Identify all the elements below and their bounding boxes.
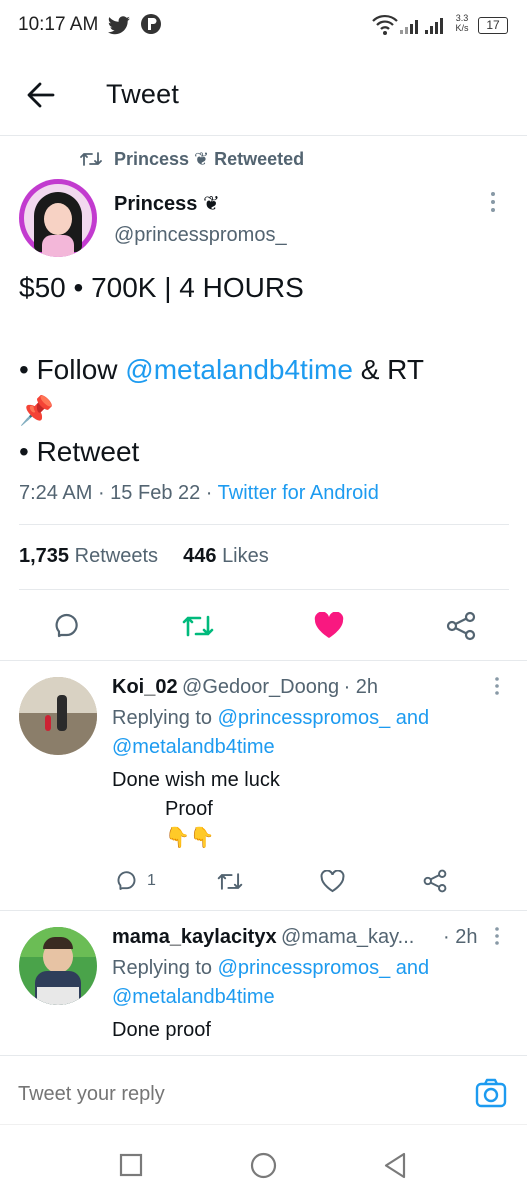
mention-link[interactable]: @metalandb4time: [112, 986, 275, 1008]
reply-author-handle[interactable]: @mama_kay...: [281, 926, 414, 948]
reply-icon[interactable]: [114, 869, 138, 893]
tweet-timestamp-row: 7:24 AM · 15 Feb 22 · Twitter for Androi…: [19, 482, 379, 505]
tweet-line-follow: • Follow @metalandb4time & RT: [19, 349, 509, 390]
more-options-icon[interactable]: [494, 677, 500, 695]
retweets-count: 1,735: [19, 545, 70, 567]
reply-header: Koi_02 @Gedoor_Doong · 2h: [112, 676, 378, 699]
twitter-bird-icon: [108, 16, 130, 35]
retweets-label: Retweets: [74, 545, 158, 567]
retweet-icon[interactable]: [182, 613, 214, 639]
net-speed: 3.3 K/s: [452, 13, 472, 33]
page-title: Tweet: [106, 79, 180, 109]
reply-text: Proof: [165, 798, 213, 820]
tweet-source-link[interactable]: Twitter for Android: [218, 482, 379, 504]
likes-count: 446: [183, 545, 217, 567]
reply-input[interactable]: [18, 1074, 448, 1114]
reply-text: Done proof: [112, 1019, 211, 1041]
net-speed-value: 3.3: [455, 13, 469, 23]
signal-icon: [400, 18, 443, 34]
reply-count: 1: [147, 872, 156, 889]
pointing-down-emoji: 👇👇: [165, 827, 215, 849]
battery-icon: 17: [478, 17, 508, 34]
share-icon[interactable]: [423, 869, 447, 893]
app-circle-icon: [141, 14, 161, 34]
author-avatar[interactable]: [19, 179, 97, 257]
follow-prefix: • Follow: [19, 354, 126, 385]
share-icon[interactable]: [446, 611, 476, 641]
replying-to: Replying to @princesspromos_ and @metala…: [112, 704, 512, 762]
divider: [0, 910, 527, 911]
mention-link[interactable]: @princesspromos_: [218, 957, 391, 979]
battery-level: 17: [486, 18, 500, 32]
replying-to: Replying to @princesspromos_ and @metala…: [112, 954, 512, 1012]
status-time: 10:17 AM: [18, 14, 99, 35]
recent-apps-icon[interactable]: [119, 1153, 143, 1177]
and-link[interactable]: and: [396, 957, 429, 979]
camera-icon[interactable]: [475, 1078, 507, 1108]
mention-link[interactable]: @metalandb4time: [112, 736, 275, 758]
wifi-icon: [372, 14, 398, 35]
retweeted-by-label[interactable]: Princess ❦ Retweeted: [114, 149, 304, 170]
author-handle[interactable]: @princesspromos_: [114, 224, 287, 247]
reply-header: mama_kaylacityx @mama_kay...: [112, 926, 414, 949]
top-header: Tweet: [0, 52, 527, 136]
tweet-body: $50 • 700K | 4 HOURS • Follow @metalandb…: [19, 267, 509, 472]
replying-to-label: Replying to: [112, 957, 213, 979]
divider: [19, 524, 509, 525]
like-heart-icon[interactable]: [314, 612, 344, 639]
back-nav-icon[interactable]: [383, 1152, 407, 1179]
retweet-small-icon: [80, 152, 102, 166]
tweet-line-price: $50 • 700K | 4 HOURS: [19, 272, 304, 303]
author-name[interactable]: Princess ❦: [114, 191, 220, 216]
retweet-icon[interactable]: [217, 871, 243, 892]
separator-dot: ·: [92, 482, 111, 504]
reply-time: · 2h: [343, 676, 379, 698]
likes-stat[interactable]: 446 Likes: [183, 545, 269, 567]
tweet-line-retweet: • Retweet: [19, 436, 140, 467]
mention-link[interactable]: @princesspromos_: [218, 707, 391, 729]
engagement-stats: 1,735 Retweets 446 Likes: [19, 545, 269, 568]
status-bar: 10:17 AM 3.3 K/s 17: [0, 0, 527, 52]
home-icon[interactable]: [250, 1152, 277, 1179]
reply-composer-bar: [0, 1055, 527, 1200]
divider: [0, 1124, 527, 1125]
tweet-date: 15 Feb 22: [110, 482, 201, 504]
reply-text: Done wish me luck: [112, 769, 280, 791]
reply-avatar[interactable]: [19, 927, 97, 1005]
reply-author-name[interactable]: mama_kaylacityx: [112, 926, 277, 948]
tweet-time: 7:24 AM: [19, 482, 93, 504]
follow-suffix: & RT: [352, 354, 424, 385]
and-link[interactable]: and: [396, 707, 429, 729]
retweets-stat[interactable]: 1,735 Retweets: [19, 545, 158, 567]
replying-to-label: Replying to: [112, 707, 213, 729]
net-speed-unit: K/s: [455, 23, 469, 33]
divider: [19, 589, 509, 590]
more-options-icon[interactable]: [489, 191, 497, 213]
separator-dot: ·: [200, 482, 218, 504]
reply-author-name[interactable]: Koi_02: [112, 676, 178, 698]
mention-link[interactable]: @metalandb4time: [125, 354, 353, 385]
reply-avatar[interactable]: [19, 677, 97, 755]
reply-icon[interactable]: [51, 611, 81, 641]
divider: [0, 660, 527, 661]
likes-label: Likes: [222, 545, 269, 567]
like-heart-icon[interactable]: [320, 870, 345, 893]
more-options-icon[interactable]: [494, 927, 500, 945]
back-arrow-icon[interactable]: [27, 82, 55, 108]
reply-time: · 2h: [443, 926, 478, 948]
reply-author-handle[interactable]: @Gedoor_Doong: [182, 676, 339, 698]
pin-emoji: 📌: [19, 395, 54, 426]
